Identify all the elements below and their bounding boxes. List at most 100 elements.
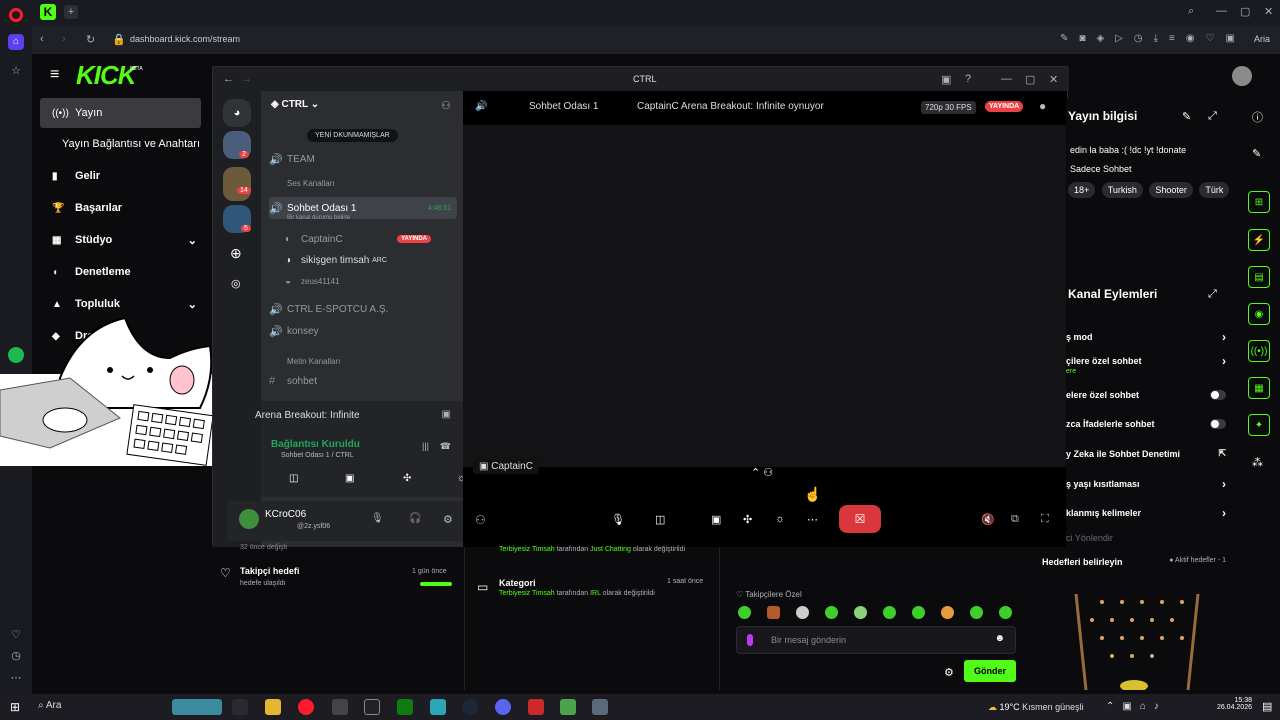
headphones-icon[interactable]: 🎧	[409, 513, 421, 524]
more-icon[interactable]: ⋯	[8, 670, 24, 684]
member-item[interactable]: ◒ zeus41141	[285, 271, 451, 291]
avatar[interactable]	[239, 509, 259, 529]
steam-icon[interactable]	[462, 699, 478, 715]
menu-icon[interactable]: ≡	[1169, 33, 1175, 47]
search-icon[interactable]: ⌕	[1188, 5, 1194, 18]
waveform-icon[interactable]: |||	[422, 441, 429, 451]
app-icon[interactable]	[332, 699, 348, 715]
app-icon[interactable]: ▣	[1122, 701, 1131, 712]
edit-icon[interactable]: ✎	[1060, 33, 1068, 47]
server-icon[interactable]	[223, 167, 251, 201]
minimize-icon[interactable]: —	[1001, 73, 1012, 85]
chevron-up-icon[interactable]: ⌃	[1106, 701, 1114, 712]
history-icon[interactable]: ◷	[1134, 33, 1143, 47]
inbox-icon[interactable]: ▣	[941, 73, 951, 86]
expand-icon[interactable]: ⤢	[1208, 288, 1217, 301]
app-icon[interactable]	[560, 699, 576, 715]
emote-icon[interactable]	[796, 606, 809, 619]
mic-icon[interactable]	[747, 634, 753, 646]
star-icon[interactable]: ☆	[8, 62, 24, 78]
leave-call-button[interactable]: ☒	[839, 505, 881, 533]
activity-icon[interactable]: ✣	[403, 473, 411, 484]
channel-item[interactable]: 🔊 TEAM	[269, 149, 457, 169]
action-row[interactable]: klanmış kelimeler ›	[1066, 506, 1226, 520]
activity-panel[interactable]: Arena Breakout: Infinite ▣	[255, 401, 463, 431]
emote-icon[interactable]	[883, 606, 896, 619]
play-icon[interactable]: ▷	[1115, 33, 1123, 47]
tab-kick[interactable]: K	[40, 4, 56, 20]
help-icon[interactable]: ?	[965, 73, 971, 85]
hamburger-icon[interactable]: ≡	[50, 66, 59, 84]
discord-icon[interactable]	[495, 699, 511, 715]
discover-icon[interactable]: ◎	[231, 277, 241, 290]
stream-video[interactable]	[463, 125, 1067, 467]
settings-icon[interactable]: ⚙	[944, 666, 954, 679]
avatar[interactable]	[1232, 66, 1252, 86]
home-icon[interactable]: ⌂	[8, 34, 24, 50]
sidebar-item-yayin[interactable]: ((•)) Yayın	[40, 98, 201, 128]
explorer-icon[interactable]	[265, 699, 281, 715]
start-icon[interactable]: ⊞	[10, 700, 20, 714]
action-row[interactable]: çilere özel sohbet ›	[1066, 354, 1226, 368]
action-row[interactable]: ş mod ›	[1066, 330, 1226, 344]
apps-icon[interactable]: ⁂	[1252, 456, 1263, 469]
emote-icon[interactable]	[912, 606, 925, 619]
camera-off-icon[interactable]: ◫	[655, 513, 665, 526]
action-row[interactable]: elere özel sohbet	[1066, 390, 1226, 400]
history-icon[interactable]: ◷	[8, 648, 24, 662]
forward-icon[interactable]: ›	[62, 33, 66, 45]
channel-item[interactable]: # sohbet	[269, 371, 457, 391]
add-server-icon[interactable]: ⊕	[230, 245, 242, 262]
video-icon[interactable]: ◫	[289, 473, 298, 484]
soundboard-icon[interactable]: ☼	[775, 513, 785, 525]
new-mentions-pill[interactable]: YENİ DKUNMAMIŞLAR	[307, 129, 398, 142]
disconnect-icon[interactable]: ☎	[440, 441, 451, 452]
edit-icon[interactable]: ✎	[1182, 110, 1191, 123]
emote-icon[interactable]	[825, 606, 838, 619]
add-friend-icon[interactable]: ⚇	[441, 99, 451, 112]
emote-icon[interactable]	[999, 606, 1012, 619]
toggle[interactable]	[1210, 390, 1226, 400]
tool-button[interactable]: ▤	[1248, 266, 1270, 288]
voice-status[interactable]: Bir kanal durumu belirle	[287, 215, 350, 221]
app-icon[interactable]	[364, 699, 380, 715]
screen-icon[interactable]: ▣	[442, 409, 451, 420]
tool-button[interactable]: ((•))	[1248, 340, 1270, 362]
channel-item[interactable]: 🔊 CTRL E-SPOTCU A.Ş.	[269, 299, 457, 319]
member-item[interactable]: ◐ CaptainC YAYINDA	[285, 229, 451, 249]
share-screen-icon[interactable]: ▣	[345, 473, 354, 484]
goals-row[interactable]: Hedefleri belirleyin ● Aktif hedefler - …	[1042, 557, 1226, 567]
volume-icon[interactable]: ♪	[1154, 701, 1159, 712]
close-icon[interactable]: ✕	[1264, 5, 1273, 18]
mic-icon[interactable]: 🎙	[611, 513, 625, 526]
maximize-icon[interactable]: ▢	[1025, 73, 1035, 86]
emote-icon[interactable]	[738, 606, 751, 619]
shield-icon[interactable]: ◈	[1096, 33, 1104, 47]
new-tab-icon[interactable]: +	[64, 5, 78, 19]
clock[interactable]: 15:38 26.04.2026	[1206, 697, 1252, 711]
maximize-icon[interactable]: ▢	[1240, 5, 1250, 18]
valorant-icon[interactable]	[430, 699, 446, 715]
emote-icon[interactable]	[767, 606, 780, 619]
back-icon[interactable]: ←	[223, 73, 234, 85]
tool-button[interactable]: ✦	[1248, 414, 1270, 436]
send-button[interactable]: Gönder	[964, 660, 1016, 682]
extensions-icon[interactable]: ▣	[1226, 33, 1235, 47]
profile-icon[interactable]: ◉	[1186, 33, 1195, 47]
url-field[interactable]: dashboard.kick.com/stream	[130, 34, 240, 44]
close-icon[interactable]: ✕	[1049, 73, 1058, 86]
kick-logo[interactable]: KICK	[76, 60, 137, 91]
app-icon[interactable]	[528, 699, 544, 715]
tool-button[interactable]: ▦	[1248, 377, 1270, 399]
pencil-icon[interactable]: ✎	[1252, 147, 1261, 160]
mic-icon[interactable]: 🎙	[371, 513, 384, 524]
sidebar-item-denetleme[interactable]: ◖ Denetleme	[40, 257, 201, 287]
activity-icon[interactable]: ✣	[743, 513, 752, 526]
camera-icon[interactable]: ◙	[1079, 33, 1085, 47]
sidebar-item-gelir[interactable]: ▮ Gelir	[40, 161, 201, 191]
settings-icon[interactable]: ⚙	[443, 513, 453, 526]
xbox-icon[interactable]	[397, 699, 413, 715]
emote-icon[interactable]	[854, 606, 867, 619]
tool-button[interactable]: ⊞	[1248, 191, 1270, 213]
minimize-icon[interactable]: —	[1216, 5, 1227, 17]
